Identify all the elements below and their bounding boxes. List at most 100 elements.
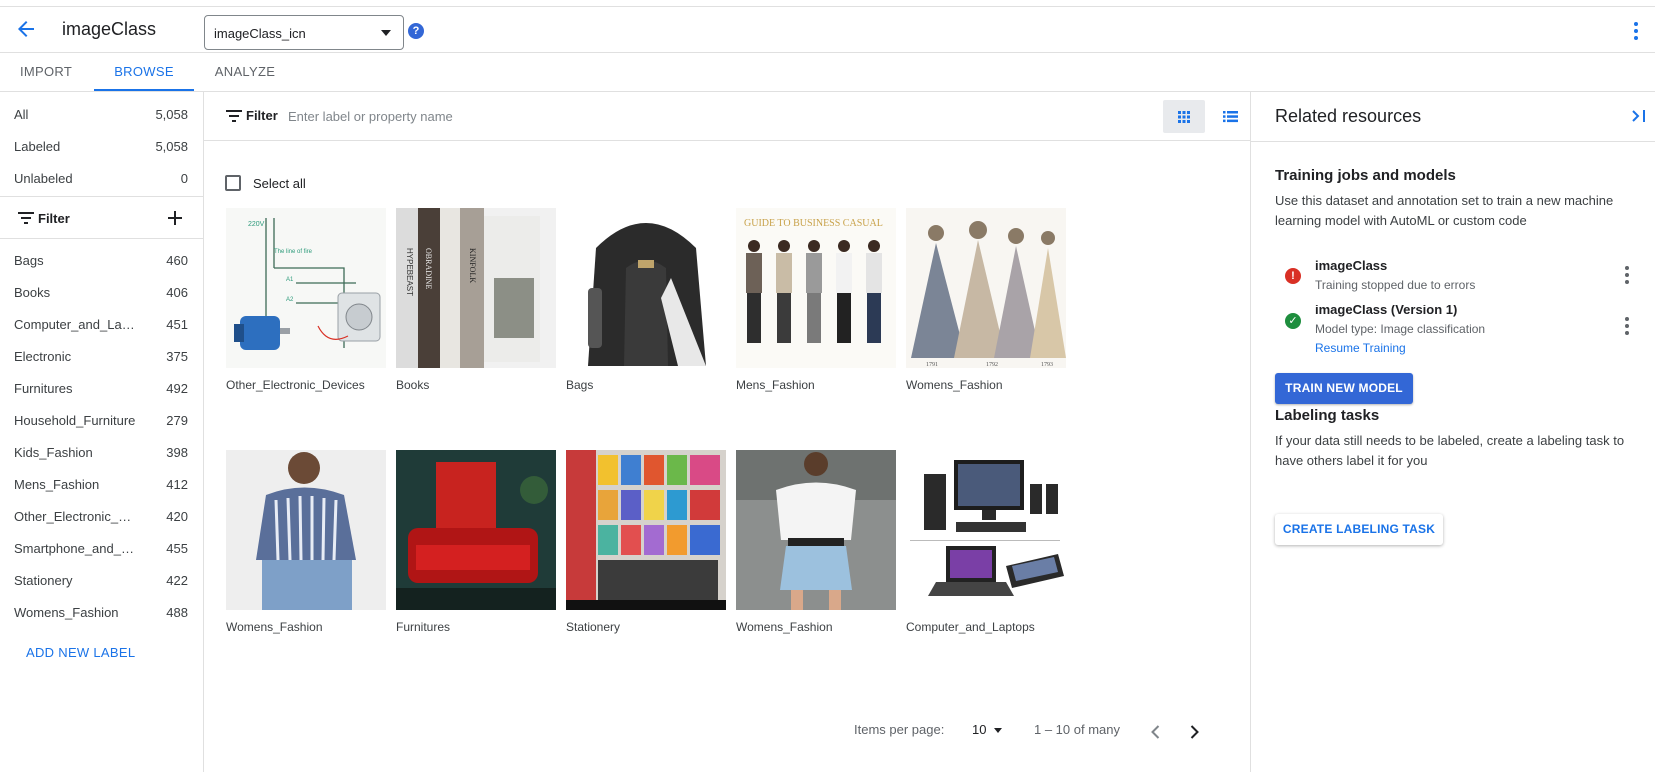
- sidebar-item-bags[interactable]: Bags 460: [0, 245, 203, 277]
- sidebar-item-count: 420: [166, 509, 188, 524]
- sidebar-item-label: Furnitures: [14, 381, 73, 396]
- more-vert-icon[interactable]: [1621, 315, 1633, 337]
- select-all-label: Select all: [253, 176, 306, 191]
- image-thumbnail: [566, 450, 726, 610]
- image-label: Womens_Fashion: [736, 620, 833, 634]
- sidebar-item-count: 492: [166, 381, 188, 396]
- image-thumbnail: [566, 208, 726, 368]
- sidebar-item-label: Mens_Fashion: [14, 477, 100, 492]
- label-filter[interactable]: Filter: [0, 200, 203, 236]
- add-new-label-button[interactable]: ADD NEW LABEL: [26, 645, 135, 660]
- image-card[interactable]: Computer_and_Laptops: [906, 450, 1066, 640]
- image-card[interactable]: Womens_Fashion: [736, 450, 896, 640]
- sidebar-item-kids-fashion[interactable]: Kids_Fashion 398: [0, 437, 203, 469]
- panel-title: Related resources: [1275, 106, 1422, 126]
- sidebar-item-unlabeled[interactable]: Unlabeled 0: [0, 163, 203, 195]
- chevron-left-icon[interactable]: [1146, 720, 1166, 744]
- filter-label: Filter: [38, 211, 70, 226]
- items-per-page-select[interactable]: 10: [972, 722, 1003, 746]
- grid-view-icon[interactable]: [1163, 100, 1205, 133]
- svg-text:1791: 1791: [926, 362, 938, 368]
- image-label: Other_Electronic_Devices: [226, 378, 365, 392]
- sidebar-item-label: Bags: [14, 253, 44, 268]
- sidebar-item-count: 5,058: [155, 139, 188, 154]
- list-view-icon[interactable]: [1214, 100, 1246, 133]
- svg-text:220V: 220V: [248, 221, 265, 228]
- annotation-set-value: imageClass_icn: [214, 26, 306, 41]
- help-icon[interactable]: ?: [408, 23, 424, 39]
- arrow-back-icon[interactable]: [14, 17, 38, 41]
- tab-analyze[interactable]: ANALYZE: [204, 53, 286, 91]
- image-card[interactable]: 1791 1792 1793 Womens_Fashion: [906, 208, 1066, 398]
- image-card[interactable]: Furnitures: [396, 450, 556, 640]
- sidebar-item-furnitures[interactable]: Furnitures 492: [0, 373, 203, 405]
- create-labeling-task-button[interactable]: CREATE LABELING TASK: [1275, 514, 1443, 545]
- sidebar-item-label: Electronic: [14, 349, 72, 364]
- sidebar-item-stationery[interactable]: Stationery 422: [0, 565, 203, 597]
- sidebar-item-books[interactable]: Books 406: [0, 277, 203, 309]
- sidebar-item-label: Computer_and_Laptops: [14, 317, 139, 332]
- more-vert-icon[interactable]: [1628, 20, 1644, 42]
- dropdown-arrow-icon: [994, 728, 1003, 734]
- annotation-set-select[interactable]: imageClass_icn: [204, 15, 404, 50]
- sidebar-item-count: 279: [166, 413, 188, 428]
- items-per-page-value: 10: [972, 722, 987, 737]
- divider: [0, 238, 203, 239]
- image-card[interactable]: HYPEBEAST OBRADINE KINFOLK Books: [396, 208, 556, 398]
- tab-import[interactable]: IMPORT: [8, 53, 84, 91]
- svg-text:A1: A1: [286, 277, 294, 283]
- training-job-item[interactable]: ! imageClass Training stopped due to err…: [1275, 258, 1645, 302]
- tab-browse[interactable]: BROWSE: [94, 53, 194, 91]
- resume-training-link[interactable]: Resume Training: [1315, 341, 1406, 355]
- sidebar-item-smartphone-and-accessories[interactable]: Smartphone_and_Accessories 455: [0, 533, 203, 565]
- image-label: Computer_and_Laptops: [906, 620, 1035, 634]
- training-job-item[interactable]: ✓ imageClass (Version 1) Model type: Ima…: [1275, 305, 1645, 355]
- image-filter-bar: Filter: [204, 92, 1250, 141]
- labeling-section-title: Labeling tasks: [1275, 407, 1380, 424]
- filter-input[interactable]: [288, 104, 788, 128]
- train-new-model-button[interactable]: TRAIN NEW MODEL: [1275, 373, 1413, 404]
- image-thumbnail: [906, 450, 1066, 610]
- more-vert-icon[interactable]: [1621, 264, 1633, 286]
- image-label: Books: [396, 378, 430, 392]
- image-thumbnail: HYPEBEAST OBRADINE KINFOLK: [396, 208, 556, 368]
- header-bar: imageClass imageClass_icn ?: [0, 7, 1655, 53]
- related-resources-panel: Related resources Training jobs and mode…: [1250, 92, 1655, 772]
- sidebar-item-all[interactable]: All 5,058: [0, 99, 203, 131]
- image-thumbnail: 1791 1792 1793: [906, 208, 1066, 368]
- image-label: Furnitures: [396, 620, 451, 634]
- sidebar-item-count: 375: [166, 349, 188, 364]
- svg-text:KINFOLK: KINFOLK: [468, 248, 477, 283]
- sidebar-item-count: 412: [166, 477, 188, 492]
- image-thumbnail: 220V The line of fire A1 A2: [226, 208, 386, 368]
- dropdown-arrow-icon: [381, 30, 391, 36]
- sidebar-item-other-electronic-devices[interactable]: Other_Electronic_Devices 420: [0, 501, 203, 533]
- image-browser: Filter Select all: [204, 92, 1250, 772]
- sidebar-item-label: Kids_Fashion: [14, 445, 93, 460]
- sidebar-item-womens-fashion[interactable]: Womens_Fashion 488: [0, 597, 203, 629]
- image-card[interactable]: Bags: [566, 208, 726, 398]
- image-card[interactable]: GUIDE TO BUSINESS CASUAL Mens_Fashion: [736, 208, 896, 398]
- sidebar-item-label: Household_Furniture: [14, 413, 136, 428]
- svg-text:The line of fire: The line of fire: [274, 249, 313, 255]
- sidebar-item-mens-fashion[interactable]: Mens_Fashion 412: [0, 469, 203, 501]
- job-name: imageClass (Version 1): [1315, 305, 1458, 317]
- tab-bar: IMPORT BROWSE ANALYZE: [0, 53, 1655, 92]
- image-card[interactable]: Stationery: [566, 450, 726, 640]
- job-status: Model type: Image classification: [1315, 322, 1486, 336]
- image-thumbnail: [396, 450, 556, 610]
- sidebar-item-electronic[interactable]: Electronic 375: [0, 341, 203, 373]
- sidebar-item-computer-and-laptops[interactable]: Computer_and_Laptops 451: [0, 309, 203, 341]
- image-card[interactable]: Womens_Fashion: [226, 450, 386, 640]
- sidebar-item-labeled[interactable]: Labeled 5,058: [0, 131, 203, 163]
- svg-text:GUIDE TO BUSINESS CASUAL: GUIDE TO BUSINESS CASUAL: [744, 218, 883, 229]
- page-title: imageClass: [62, 19, 157, 39]
- add-icon[interactable]: [167, 210, 183, 226]
- sidebar-item-count: 0: [180, 171, 188, 186]
- checkbox[interactable]: [225, 175, 241, 191]
- chevron-right-icon[interactable]: [1184, 720, 1204, 744]
- sidebar-item-count: 398: [166, 445, 188, 460]
- image-card[interactable]: 220V The line of fire A1 A2 Other_Electr…: [226, 208, 386, 398]
- sidebar-item-household-furniture[interactable]: Household_Furniture 279: [0, 405, 203, 437]
- collapse-panel-icon[interactable]: [1629, 106, 1649, 126]
